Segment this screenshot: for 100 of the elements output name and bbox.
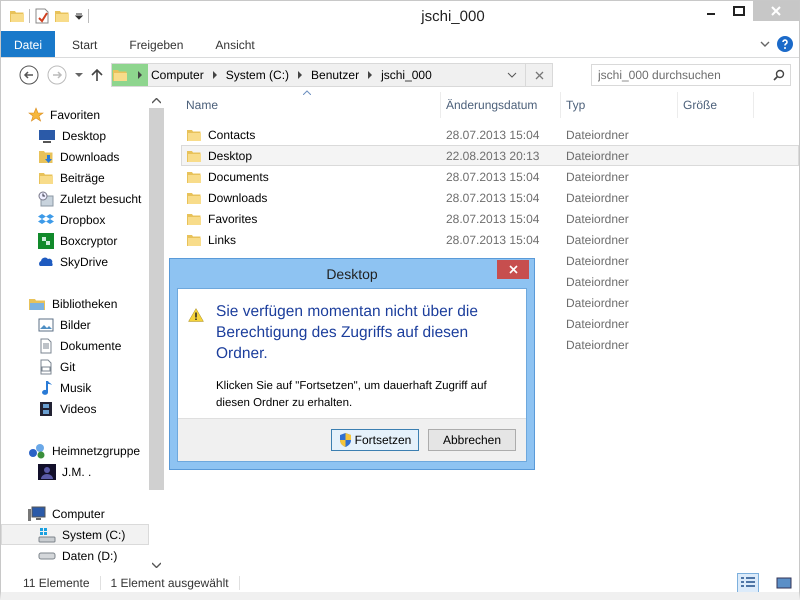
file-row[interactable]: Favorites 28.07.2013 15:04 Dateiordner (181, 208, 799, 229)
modified-date: 22.08.2013 20:13 (446, 148, 540, 162)
breadcrumb-item[interactable]: jschi_000 (374, 68, 439, 82)
clear-icon[interactable] (534, 70, 544, 80)
expand-ribbon-icon[interactable] (759, 39, 771, 49)
search-field[interactable]: jschi_000 durchsuchen (591, 64, 791, 86)
search-icon (773, 69, 785, 81)
chevron-right-icon[interactable] (296, 71, 304, 79)
dropdown-icon[interactable] (74, 11, 84, 21)
nav-section[interactable]: Bibliotheken (1, 293, 149, 314)
modified-date: 28.07.2013 15:04 (446, 190, 540, 204)
column-header[interactable]: Typ (561, 92, 678, 118)
file-row[interactable]: Documents 28.07.2013 15:04 Dateiordner (181, 166, 799, 187)
ribbon-tab[interactable]: Freigeben (114, 31, 198, 57)
minimize-icon (707, 13, 715, 15)
nav-item[interactable]: Dokumente (1, 335, 149, 356)
breadcrumb-item[interactable]: Benutzer (304, 68, 366, 82)
folder-icon (9, 8, 25, 24)
boxcryptor-icon (38, 232, 54, 248)
file-type: Dateiordner (566, 170, 629, 184)
folder-icon (112, 67, 128, 83)
file-name: Contacts (208, 128, 256, 142)
nav-item[interactable]: Bilder (1, 314, 149, 335)
nav-item[interactable]: Boxcryptor (1, 230, 149, 251)
nav-item[interactable]: Desktop (1, 125, 149, 146)
computer-icon (28, 506, 46, 522)
nav-item[interactable]: J.M. . (1, 461, 149, 482)
window-title: jschi_000 (420, 8, 486, 24)
monitor-icon (38, 128, 56, 144)
up-arrow-icon[interactable] (91, 68, 103, 82)
modified-date: 28.07.2013 15:04 (446, 212, 540, 226)
file-row[interactable]: Downloads 28.07.2013 15:04 Dateiordner (181, 187, 799, 208)
homegroup-icon (28, 442, 46, 458)
file-name: Desktop (208, 148, 252, 162)
scroll-up-icon[interactable] (152, 98, 161, 104)
file-type: Dateiordner (566, 190, 629, 204)
column-header[interactable]: Größe (678, 92, 754, 118)
nav-item[interactable]: Dropbox (1, 209, 149, 230)
file-type: Dateiordner (566, 148, 629, 162)
file-tab[interactable]: Datei (1, 31, 56, 57)
breadcrumb-item[interactable]: Computer (144, 68, 211, 82)
nav-item[interactable]: Downloads (1, 146, 149, 167)
file-name: Documents (208, 170, 269, 184)
dropdown-icon[interactable] (507, 71, 517, 79)
drive-icon (38, 552, 56, 560)
nav-item[interactable]: Zuletzt besucht (1, 188, 149, 209)
nav-section[interactable]: Heimnetzgruppe (1, 440, 149, 461)
file-row[interactable]: Links 28.07.2013 15:04 Dateiordner (181, 229, 799, 250)
chevron-right-icon[interactable] (136, 71, 144, 79)
nav-section[interactable]: Favoriten (1, 104, 149, 125)
file-row[interactable]: Contacts 28.07.2013 15:04 Dateiordner (181, 124, 799, 145)
continue-button[interactable]: Fortsetzen (331, 429, 419, 451)
nav-item[interactable]: System (C:) (1, 524, 149, 545)
file-name: Favorites (208, 212, 258, 226)
address-bar[interactable]: Computer System (C:) Benutzer jschi_000 (111, 63, 553, 87)
file-name: Downloads (208, 190, 268, 204)
nav-item[interactable]: Beiträge (1, 167, 149, 188)
document-icon (38, 338, 54, 354)
dialog-heading: Sie verfügen momentan nicht über die Berechtigung des Zugriffs auf diesen Ordner. (216, 302, 479, 364)
dialog-title: Desktop (326, 266, 378, 282)
nav-item[interactable]: Daten (D:) (1, 545, 149, 566)
system-drive-icon (38, 526, 56, 542)
properties-icon[interactable] (34, 8, 50, 24)
close-button[interactable] (497, 260, 529, 279)
maximize-icon (733, 6, 745, 16)
recent-locations-icon[interactable] (75, 72, 83, 78)
back-icon[interactable] (19, 65, 39, 85)
nav-item[interactable]: Videos (1, 398, 149, 419)
breadcrumb-item[interactable]: System (C:) (218, 68, 296, 82)
file-name: Links (208, 232, 236, 246)
chevron-right-icon[interactable] (366, 71, 374, 79)
ribbon-tab[interactable]: Start (57, 31, 112, 57)
chevron-right-icon[interactable] (210, 71, 219, 79)
shield-icon (338, 433, 352, 447)
details-view-button[interactable] (737, 573, 759, 592)
file-row[interactable]: Desktop 22.08.2013 20:13 Dateiordner (181, 145, 799, 166)
ribbon-tab[interactable]: Ansicht (200, 31, 270, 57)
film-icon (38, 400, 54, 416)
nav-item[interactable]: Git (1, 356, 149, 377)
details-list-icon (740, 576, 756, 590)
close-icon (771, 6, 781, 16)
nav-section[interactable]: Computer (1, 503, 149, 524)
column-header[interactable]: Änderungsdatum (441, 92, 561, 118)
scrollbar-thumb[interactable] (149, 108, 164, 490)
modified-date: 28.07.2013 15:04 (446, 128, 540, 142)
close-icon (508, 265, 518, 274)
file-type: Dateiordner (566, 254, 629, 268)
selection-count: 1 Element ausgewählt (110, 576, 229, 590)
help-icon[interactable] (777, 36, 793, 52)
file-type: Dateiordner (566, 128, 629, 142)
modified-date: 28.07.2013 15:04 (446, 170, 540, 184)
star-icon (28, 106, 44, 122)
recent-places-icon (38, 190, 54, 206)
column-header[interactable]: Name (181, 92, 441, 118)
scroll-down-icon[interactable] (152, 562, 161, 568)
nav-item[interactable]: SkyDrive (1, 251, 149, 272)
user-avatar-icon (38, 464, 56, 480)
cancel-button[interactable]: Abbrechen (428, 429, 516, 451)
pictures-icon (38, 316, 54, 332)
nav-item[interactable]: Musik (1, 377, 149, 398)
